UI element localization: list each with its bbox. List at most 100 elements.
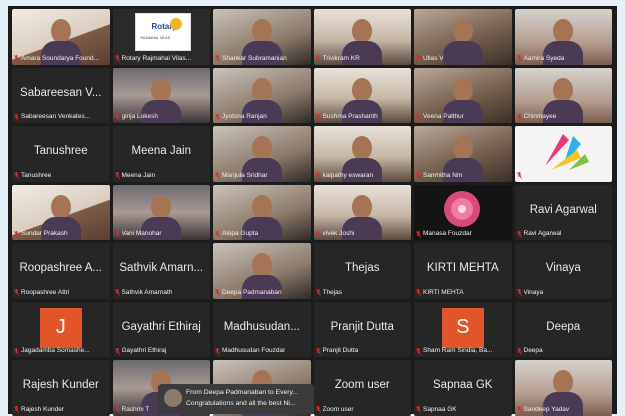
participant-tile[interactable]: Deepa Deepa (514, 301, 612, 357)
participant-tile[interactable]: Roopashree A... Roopashree Attri (12, 243, 110, 299)
participant-name-label: Deepa (516, 347, 609, 355)
participant-tile[interactable]: Amara Soundarya Found... (12, 9, 110, 65)
muted-mic-icon (416, 172, 421, 179)
participant-tile[interactable]: Vinaya Vinaya (514, 243, 612, 299)
muted-mic-icon (416, 55, 421, 62)
participant-name-label: Pranjit Dutta (315, 347, 408, 355)
participant-tile[interactable]: Aamira Syeda (514, 9, 612, 65)
participant-tile[interactable]: Trivikram KR (313, 9, 411, 65)
participant-tile[interactable]: Madhusudan... Madhusudan Fouzdar (213, 301, 311, 357)
participant-display-name: Sabareesan V... (20, 86, 102, 99)
muted-mic-icon (416, 406, 421, 413)
muted-mic-icon (14, 113, 19, 121)
participant-tile[interactable]: Zoom user Zoom user (313, 360, 411, 416)
participant-tile[interactable]: KIRTI MEHTA KIRTI MEHTA (414, 243, 512, 299)
participant-name-label: Madhusudan Fouzdar (215, 347, 307, 355)
muted-mic-icon (516, 113, 522, 121)
person-silhouette (251, 77, 272, 102)
participant-display-name: KIRTI MEHTA (426, 262, 499, 274)
participant-name-text: Manasa Fouzdar (423, 230, 472, 237)
muted-mic-icon (215, 347, 220, 355)
participant-tile[interactable]: kalpathy eswaran (313, 126, 411, 182)
participant-tile[interactable]: vivek Joshi (313, 184, 411, 240)
avatar-initial: S (441, 307, 484, 348)
participant-tile[interactable]: Manasa Fouzdar (414, 184, 512, 240)
chat-notification[interactable]: From Deepa Padmanaban to Every... Congra… (158, 384, 314, 414)
participant-name-label: Zoom user (315, 406, 408, 414)
participant-name-text: Thejas (322, 288, 343, 296)
participant-tile[interactable]: Sathvik Amarn... Sathvik Amarnath (112, 243, 210, 299)
participant-tile[interactable]: Gayathri Ethiraj Gayathri Ethiraj (112, 301, 210, 357)
muted-mic-icon (416, 113, 421, 121)
participant-name-text: Aamira Syeda (523, 54, 565, 62)
participant-display-name: Rajesh Kunder (22, 379, 99, 391)
participant-tile[interactable]: Jyotsna Ranjan (213, 67, 311, 123)
muted-mic-icon (315, 55, 321, 62)
participant-tile[interactable]: Shankar Subramanian (213, 9, 311, 65)
participant-name-label: Amara Soundarya Found... (14, 55, 106, 63)
muted-mic-icon (114, 406, 120, 413)
participant-tile[interactable]: girija Lokesh (112, 67, 210, 123)
participant-name-text: Sushma Prashanth (322, 113, 378, 120)
muted-mic-icon (516, 55, 522, 62)
participant-name-text: Sandeep Yadav (523, 405, 570, 413)
participant-name-label: Rajesh Kunder (14, 406, 106, 414)
rotary-logo-subtext: RAJMAHAL VILAS (140, 36, 170, 40)
participant-name-label: Sham Ram Sindia, Ba... (416, 347, 508, 355)
participant-name-label: girija Lokesh (114, 113, 207, 121)
participant-name-label: vivek Joshi (315, 230, 408, 238)
participant-display-name: Tanushree (33, 145, 88, 157)
muted-mic-icon (14, 289, 19, 296)
participant-name-text: Deepa (523, 347, 543, 354)
participant-name-label: Deepa Padmanaban (215, 289, 307, 297)
participant-name-label: Meena Jain (114, 171, 207, 180)
participant-tile[interactable]: S Sham Ram Sindia, Ba... (414, 301, 512, 357)
participant-tile[interactable]: Veena Palthur (414, 67, 512, 123)
participant-tile[interactable]: IVS HOLIDAYS (514, 126, 612, 182)
participant-tile[interactable]: Rotary RAJMAHAL VILAS Rotary Rajmahal Vila… (112, 9, 210, 65)
muted-mic-icon (215, 230, 220, 238)
participant-tile[interactable]: Deepa Padmanaban (213, 243, 311, 299)
participant-tile[interactable]: Sapnaa GK Sapnaa GK (414, 360, 512, 416)
participant-tile[interactable]: Samhitha Nm (414, 126, 512, 182)
participant-name-text: Jyotsna Ranjan (222, 113, 267, 120)
participant-display-name: Vinaya (545, 262, 581, 274)
participant-name-label: Vinaya (516, 289, 609, 297)
participant-tile[interactable]: Chinmayee (514, 67, 612, 123)
participant-tile[interactable]: Sabareesan V... Sabareesan Venkates... (12, 67, 110, 123)
participant-name-text: kalpathy eswaran (322, 171, 374, 179)
participant-tile[interactable]: Tanushree Tanushree (12, 126, 110, 182)
participant-tile[interactable]: Sandeep Yadav (514, 360, 612, 416)
participant-tile[interactable]: Ravi Agarwal Ravi Agarwal (514, 184, 612, 240)
muted-mic-icon (315, 230, 321, 238)
participant-name-text: Meena Jain (121, 171, 156, 179)
participant-tile[interactable]: Pranjit Dutta Pranjit Dutta (313, 301, 411, 357)
participant-name-text: Deepa Padmanaban (222, 288, 282, 296)
participant-name-label: Chinmayee (516, 113, 609, 121)
participant-tile[interactable]: Sushma Prashanth (313, 67, 411, 123)
participant-name-text: Veena Palthur (423, 113, 464, 120)
participant-name-text: Alopa Gupta (222, 230, 259, 237)
participant-tile[interactable]: Manjula Sridhar (213, 126, 311, 182)
muted-mic-icon (215, 55, 220, 62)
participant-display-name: Thejas (344, 262, 380, 274)
participant-tile[interactable]: Vani Manohar (112, 184, 210, 240)
participant-name-text: Manjula Sridhar (222, 171, 268, 179)
participant-name-label: Sushma Prashanth (315, 113, 408, 121)
person-silhouette (251, 194, 272, 219)
participant-tile[interactable]: Rajesh Kunder Rajesh Kunder (12, 360, 110, 416)
rotary-logo: Rotary RAJMAHAL VILAS (134, 13, 191, 51)
participant-tile[interactable]: Ullas V (414, 9, 512, 65)
person-silhouette (251, 19, 272, 43)
muted-mic-icon (416, 347, 421, 355)
person-silhouette (50, 19, 71, 43)
participant-name-label: Ravi Agarwal (516, 230, 609, 238)
participant-tile[interactable]: Alopa Gupta (213, 184, 311, 240)
participant-name-text: Shankar Subramanian (222, 54, 287, 62)
muted-mic-icon (114, 347, 120, 355)
participant-tile[interactable]: Meena Jain Meena Jain (112, 126, 210, 182)
muted-mic-icon (215, 289, 220, 296)
participant-tile[interactable]: Sundar Prakash (12, 184, 110, 240)
participant-tile[interactable]: J Jagadamba Somashe... (12, 301, 110, 357)
participant-tile[interactable]: Thejas Thejas (313, 243, 411, 299)
